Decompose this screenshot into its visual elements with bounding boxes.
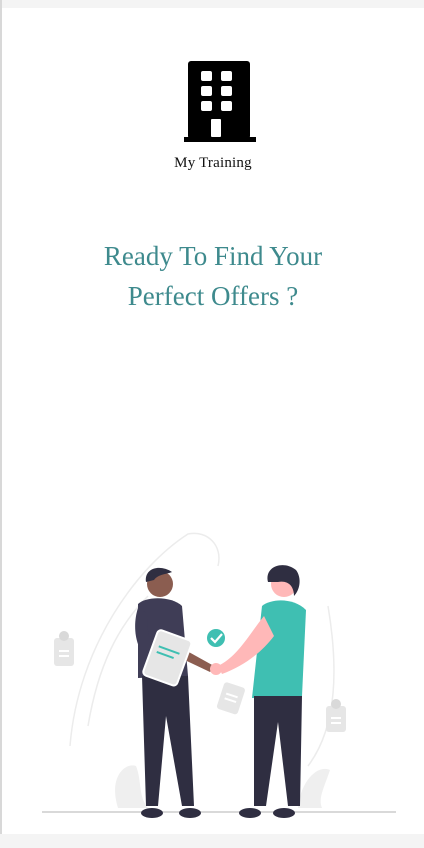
document-icon-right xyxy=(326,699,346,732)
bottom-strip xyxy=(0,834,424,848)
document-icon-center xyxy=(216,682,245,715)
headline: Ready To Find Your Perfect Offers ? xyxy=(2,236,424,316)
app-name: My Training xyxy=(174,155,252,171)
building-icon xyxy=(184,61,256,142)
top-strip xyxy=(0,0,424,8)
headline-line-2: Perfect Offers ? xyxy=(127,281,299,311)
welcome-screen: My Training Ready To Find Your Perfect O… xyxy=(2,8,424,834)
bush-left xyxy=(115,765,148,808)
decor-arc-right xyxy=(307,605,335,767)
headline-line-1: Ready To Find Your xyxy=(103,241,323,271)
person-left xyxy=(135,567,214,818)
bush-right xyxy=(298,768,330,808)
check-circle-icon xyxy=(207,629,225,647)
handshake-illustration xyxy=(42,532,396,818)
document-icon-left xyxy=(54,631,74,666)
